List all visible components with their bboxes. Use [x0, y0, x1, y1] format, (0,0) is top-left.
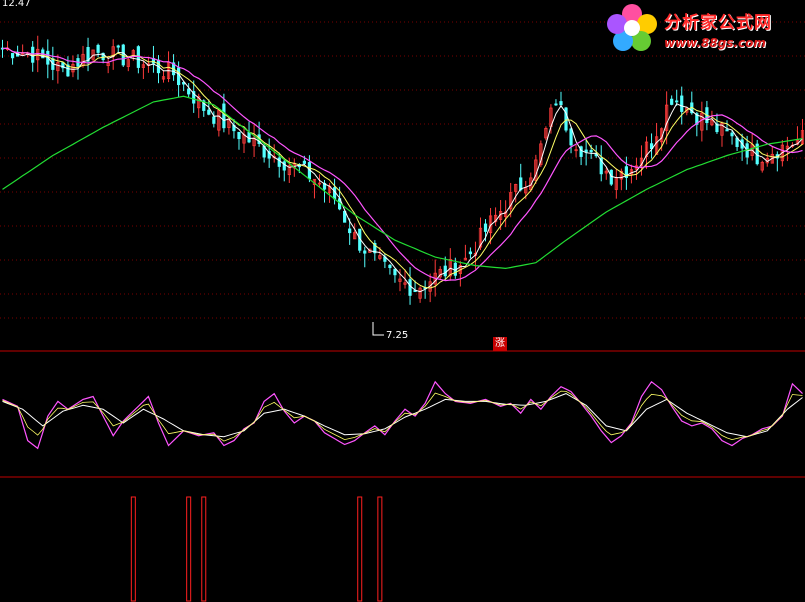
- ma-long-line: [2, 95, 803, 270]
- ma-slow-line: [2, 47, 803, 282]
- signal-bar: [357, 496, 363, 602]
- candle-body: [282, 161, 286, 171]
- signal-bar: [130, 496, 136, 602]
- candle-body: [468, 251, 473, 255]
- candlesticks: [0, 35, 805, 305]
- candle-body: [237, 131, 241, 140]
- candle-body: [116, 45, 120, 48]
- candle-body: [277, 157, 281, 167]
- low-price-label: 7.25: [386, 330, 408, 341]
- candle-body: [10, 53, 15, 59]
- candle-body: [725, 129, 729, 132]
- candle-body: [212, 116, 216, 124]
- signal-bar: [377, 496, 383, 602]
- candle-body: [519, 177, 523, 191]
- price-top-label: 12.47: [2, 0, 31, 9]
- watermark-url: www.88gs.com: [664, 36, 766, 50]
- candle-body: [559, 101, 563, 106]
- candle-body: [680, 95, 684, 112]
- candle-body: [569, 128, 573, 146]
- price-grid: [0, 21, 805, 319]
- signal-bar: [186, 496, 192, 602]
- candle-body: [393, 268, 397, 276]
- candle-body: [443, 265, 447, 277]
- candle-body: [302, 160, 306, 164]
- flower-logo-icon: [607, 4, 657, 51]
- candle-body: [589, 150, 593, 153]
- moving-averages: [2, 47, 803, 293]
- candle-body: [408, 279, 412, 296]
- candle-body: [675, 100, 679, 103]
- candle-body: [730, 132, 734, 137]
- candle-body: [483, 223, 488, 232]
- ma-mid-line: [2, 47, 803, 289]
- candle-body: [96, 44, 100, 53]
- stock-chart: 12.47 7.25: [0, 0, 805, 602]
- candle-body: [348, 228, 352, 234]
- candle-body: [554, 103, 558, 106]
- limit-up-marker: 涨: [493, 337, 507, 351]
- candle-body: [388, 264, 392, 269]
- candle-body: [177, 67, 181, 86]
- oscillator-lines: [2, 380, 803, 450]
- candle-body: [584, 149, 588, 153]
- candle-body: [670, 98, 674, 105]
- candle-body: [207, 109, 211, 115]
- candle-body: [187, 88, 191, 95]
- watermark-name: 分析家公式网: [664, 13, 772, 33]
- signal-bars: [130, 496, 383, 602]
- candle-body: [609, 169, 613, 185]
- candle-body: [363, 250, 367, 254]
- osc-j-line: [2, 390, 803, 442]
- signal-bar: [201, 496, 207, 602]
- low-price-annotation: 7.25: [372, 322, 408, 341]
- candle-body: [222, 103, 226, 129]
